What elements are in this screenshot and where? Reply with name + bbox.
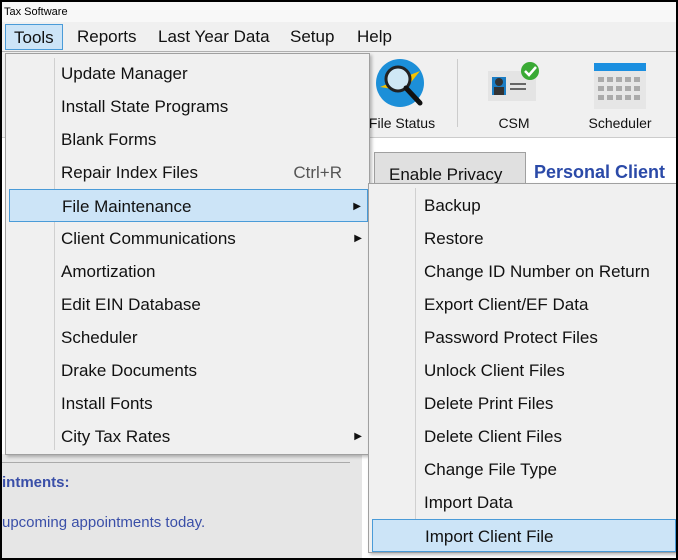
menu-item-edit-ein-database[interactable]: Edit EIN Database: [9, 288, 368, 321]
menu-item-label: Edit EIN Database: [61, 295, 201, 314]
menu-item-city-tax-rates[interactable]: City Tax Rates ▶: [9, 420, 368, 453]
menu-item-repair-index-files[interactable]: Repair Index Files Ctrl+R: [9, 156, 368, 189]
shortcut-label: Ctrl+R: [293, 163, 342, 182]
menu-item-drake-documents[interactable]: Drake Documents: [9, 354, 368, 387]
menu-item-label: City Tax Rates: [61, 427, 171, 446]
calendar-icon: [594, 63, 646, 109]
personal-client-heading: Personal Client: [534, 162, 666, 182]
menu-item-label: Drake Documents: [61, 361, 198, 380]
chevron-right-icon: ▶: [354, 233, 362, 244]
menu-item-label: File Maintenance: [62, 197, 192, 216]
scheduler-button[interactable]: Scheduler: [588, 57, 652, 131]
csm-button[interactable]: CSM: [486, 57, 542, 131]
tools-menu: Update Manager Install State Programs Blan…: [5, 53, 370, 455]
menu-item-label: Install State Programs: [61, 97, 229, 116]
menu-item-label: Install Fonts: [61, 394, 153, 413]
menu-item-label: Delete Print Files: [424, 394, 554, 413]
menu-item-label: Import Data: [424, 493, 513, 512]
csm-icon: [488, 62, 539, 101]
menu-item-file-maintenance[interactable]: File Maintenance ▶: [9, 189, 368, 222]
menu-item-label: Change File Type: [424, 460, 557, 479]
menu-item-label: Unlock Client Files: [424, 361, 565, 380]
menu-item-change-id-number-on-return[interactable]: Change ID Number on Return: [372, 255, 676, 288]
menu-last-year-data[interactable]: Last Year Data: [150, 24, 278, 50]
menu-item-label: Backup: [424, 196, 481, 215]
chevron-right-icon: ▶: [354, 431, 362, 442]
menu-item-scheduler[interactable]: Scheduler: [9, 321, 368, 354]
appointments-text: upcoming appointments today.: [2, 514, 206, 531]
appointments-heading: intments:: [2, 474, 70, 491]
menu-item-delete-client-files[interactable]: Delete Client Files: [372, 420, 676, 453]
menu-item-label: Import Client File: [425, 527, 554, 546]
menu-item-label: Blank Forms: [61, 130, 157, 149]
menu-item-install-fonts[interactable]: Install Fonts: [9, 387, 368, 420]
menu-reports[interactable]: Reports: [69, 24, 145, 50]
scheduler-label: Scheduler: [588, 115, 652, 131]
menu-item-backup[interactable]: Backup: [372, 189, 676, 222]
menu-item-label: Password Protect Files: [424, 328, 598, 347]
chevron-right-icon: ▶: [353, 201, 361, 212]
menu-item-label: Scheduler: [61, 328, 138, 347]
menu-item-unlock-client-files[interactable]: Unlock Client Files: [372, 354, 676, 387]
menu-item-import-data[interactable]: Import Data: [372, 486, 676, 519]
menu-help[interactable]: Help: [349, 24, 400, 50]
toolbar-separator: [457, 59, 458, 127]
file-status-label: File Status: [368, 115, 436, 131]
menu-setup[interactable]: Setup: [282, 24, 342, 50]
file-status-button[interactable]: File Status: [369, 57, 435, 131]
menu-item-password-protect-files[interactable]: Password Protect Files: [372, 321, 676, 354]
menu-item-update-manager[interactable]: Update Manager: [9, 57, 368, 90]
menu-item-label: Change ID Number on Return: [424, 262, 650, 281]
menu-item-change-file-type[interactable]: Change File Type: [372, 453, 676, 486]
menu-item-label: Export Client/EF Data: [424, 295, 589, 314]
menu-item-amortization[interactable]: Amortization: [9, 255, 368, 288]
menu-item-label: Delete Client Files: [424, 427, 562, 446]
menu-item-import-client-file[interactable]: Import Client File: [372, 519, 676, 552]
menu-item-restore[interactable]: Restore: [372, 222, 676, 255]
menu-item-delete-print-files[interactable]: Delete Print Files: [372, 387, 676, 420]
menu-item-client-communications[interactable]: Client Communications ▶: [9, 222, 368, 255]
menu-item-label: Restore: [424, 229, 484, 248]
menu-bar: Tools Reports Last Year Data Setup Help: [2, 22, 676, 52]
divider: [2, 462, 350, 463]
menu-item-label: Update Manager: [61, 64, 188, 83]
menu-item-label: Amortization: [61, 262, 156, 281]
app-window: Tax Software Tools Reports Last Year Dat…: [2, 2, 676, 558]
menu-item-export-client-ef-data[interactable]: Export Client/EF Data: [372, 288, 676, 321]
file-maintenance-submenu: Backup Restore Change ID Number on Return E…: [368, 183, 676, 553]
menu-item-label: Client Communications: [61, 229, 236, 248]
menu-item-blank-forms[interactable]: Blank Forms: [9, 123, 368, 156]
title-bar: Tax Software: [2, 2, 676, 22]
menu-item-label: Repair Index Files: [61, 163, 199, 182]
file-status-icon: [376, 59, 424, 107]
csm-label: CSM: [498, 115, 530, 131]
menu-tools[interactable]: Tools: [5, 24, 63, 50]
menu-item-install-state-programs[interactable]: Install State Programs: [9, 90, 368, 123]
appointments-panel: intments: upcoming appointments today.: [2, 454, 362, 558]
